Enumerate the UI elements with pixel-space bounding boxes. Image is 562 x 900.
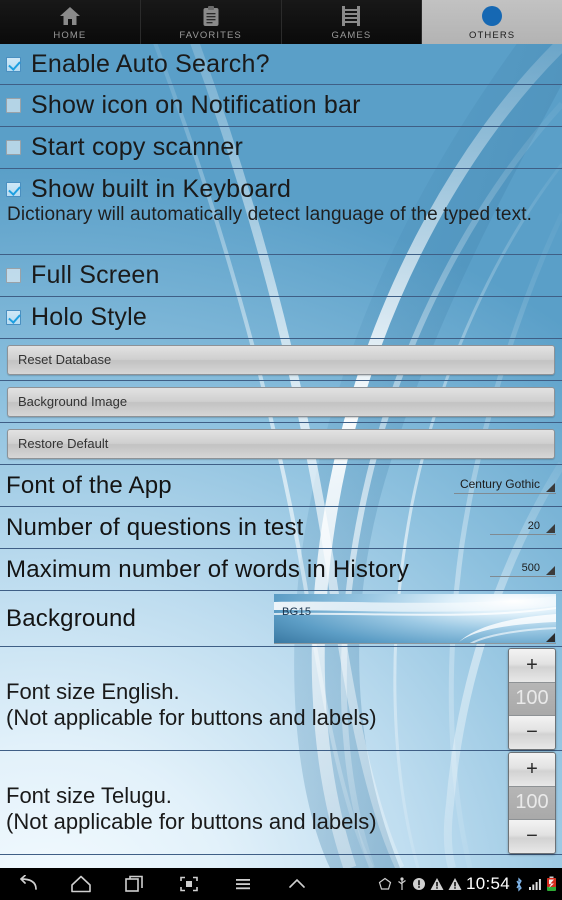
clipboard-icon (202, 4, 220, 28)
tab-games-label: GAMES (331, 30, 372, 41)
pref-row-show-icon-notification[interactable]: Show icon on Notification bar (0, 85, 562, 127)
usb-icon (398, 877, 406, 890)
warning-triangle-icon (448, 878, 462, 890)
status-clock: 10:54 (465, 874, 510, 893)
back-icon[interactable] (0, 868, 54, 900)
pref-label: Maximum number of words in History (6, 555, 409, 583)
decrement-button[interactable]: − (509, 819, 555, 853)
decrement-button[interactable]: − (509, 715, 555, 749)
pref-summary: Dictionary will automatically detect lan… (7, 204, 532, 225)
pref-row-full-screen[interactable]: Full Screen (0, 255, 562, 297)
settings-screen: HOME FAVORITES GAMES OTHERS Enable Auto … (0, 0, 562, 900)
status-icons-area: 10:54 (378, 874, 562, 894)
font-size-telugu-stepper[interactable]: + 100 − (508, 751, 556, 854)
reset-database-button[interactable]: Reset Database (7, 344, 555, 375)
pref-row-background-image[interactable]: Background Image (0, 381, 562, 423)
tab-favorites[interactable]: FAVORITES (140, 0, 282, 44)
pref-label: Enable Auto Search? (31, 49, 270, 78)
pref-row-restore-default[interactable]: Restore Default (0, 423, 562, 465)
font-of-app-spinner[interactable]: Century Gothic (453, 477, 556, 494)
pref-row-font-size-english[interactable]: Font size English. (Not applicable for b… (0, 647, 562, 751)
pie-circle-icon (481, 4, 503, 28)
screenshot-icon[interactable] (162, 868, 216, 900)
pref-summary: (Not applicable for buttons and labels) (6, 704, 377, 730)
pref-row-holo-style[interactable]: Holo Style (0, 297, 562, 339)
pref-label: Number of questions in test (6, 513, 304, 541)
pref-row-font-of-app[interactable]: Font of the App Century Gothic (0, 465, 562, 507)
battery-icon (547, 876, 556, 891)
checkbox-full-screen[interactable] (6, 268, 21, 283)
font-size-telugu-labels: Font size Telugu. (Not applicable for bu… (6, 771, 500, 835)
pentagon-outline-icon (378, 877, 392, 890)
pref-row-start-copy-scanner[interactable]: Start copy scanner (0, 127, 562, 169)
tab-others-label: OTHERS (469, 30, 516, 41)
recents-icon[interactable] (108, 868, 162, 900)
chevron-up-icon[interactable] (270, 868, 324, 900)
background-spinner[interactable]: BG15 (274, 593, 556, 644)
tab-home-label: HOME (53, 30, 87, 41)
android-navigation-bar: 10:54 (0, 868, 562, 900)
questions-in-test-spinner[interactable]: 20 (490, 520, 556, 535)
checkbox-holo-style[interactable] (6, 310, 21, 325)
pref-summary: (Not applicable for buttons and labels) (6, 808, 377, 834)
top-tab-bar: HOME FAVORITES GAMES OTHERS (0, 0, 562, 44)
checkbox-show-icon-notification[interactable] (6, 98, 21, 113)
pref-label: Start copy scanner (31, 133, 244, 161)
pref-label: Show built in Keyboard (31, 175, 292, 203)
background-thumbnail-icon (274, 595, 556, 643)
alert-circle-icon (412, 878, 425, 890)
pref-label: Holo Style (31, 303, 147, 331)
pref-row-questions-in-test[interactable]: Number of questions in test 20 (0, 507, 562, 549)
pref-row-enable-auto-search[interactable]: Enable Auto Search? (0, 44, 562, 85)
font-size-english-stepper[interactable]: + 100 − (508, 647, 556, 750)
background-value-label: BG15 (282, 605, 312, 618)
checkbox-enable-auto-search[interactable] (6, 56, 21, 72)
background-image-button[interactable]: Background Image (7, 386, 555, 417)
menu-icon[interactable] (216, 868, 270, 900)
pref-label: Font of the App (6, 471, 172, 499)
checkbox-show-builtin-keyboard[interactable] (6, 182, 21, 197)
pref-row-font-size-telugu[interactable]: Font size Telugu. (Not applicable for bu… (0, 751, 562, 855)
preferences-list[interactable]: Enable Auto Search? Show icon on Notific… (0, 44, 562, 868)
abacus-icon (341, 4, 361, 28)
warning-triangle-icon (430, 878, 444, 890)
pref-row-show-builtin-keyboard[interactable]: Show built in Keyboard Dictionary will a… (0, 169, 562, 255)
font-size-english-labels: Font size English. (Not applicable for b… (6, 667, 500, 731)
pref-label: Font size Telugu. (6, 782, 172, 808)
pref-label: Background (6, 604, 137, 632)
checkbox-start-copy-scanner[interactable] (6, 140, 21, 155)
pref-label: Show icon on Notification bar (31, 91, 361, 119)
pref-label: Font size English. (6, 678, 180, 704)
home-icon (59, 4, 81, 28)
tab-favorites-label: FAVORITES (179, 30, 242, 41)
font-size-english-value: 100 (509, 681, 555, 716)
max-words-history-spinner[interactable]: 500 (490, 562, 556, 577)
restore-default-button[interactable]: Restore Default (7, 428, 555, 459)
tab-others[interactable]: OTHERS (422, 0, 562, 44)
signal-bars-icon (529, 879, 541, 890)
home-icon[interactable] (54, 868, 108, 900)
tab-home[interactable]: HOME (0, 0, 141, 44)
tab-games[interactable]: GAMES (281, 0, 423, 44)
increment-button[interactable]: + (509, 752, 555, 786)
pref-label: Full Screen (31, 261, 160, 289)
increment-button[interactable]: + (509, 648, 555, 682)
pref-row-reset-database[interactable]: Reset Database (0, 339, 562, 381)
pref-row-max-words-history[interactable]: Maximum number of words in History 500 (0, 549, 562, 591)
pref-row-background[interactable]: Background BG15 (0, 591, 562, 647)
font-size-telugu-value: 100 (509, 785, 555, 820)
bluetooth-icon (516, 876, 522, 892)
